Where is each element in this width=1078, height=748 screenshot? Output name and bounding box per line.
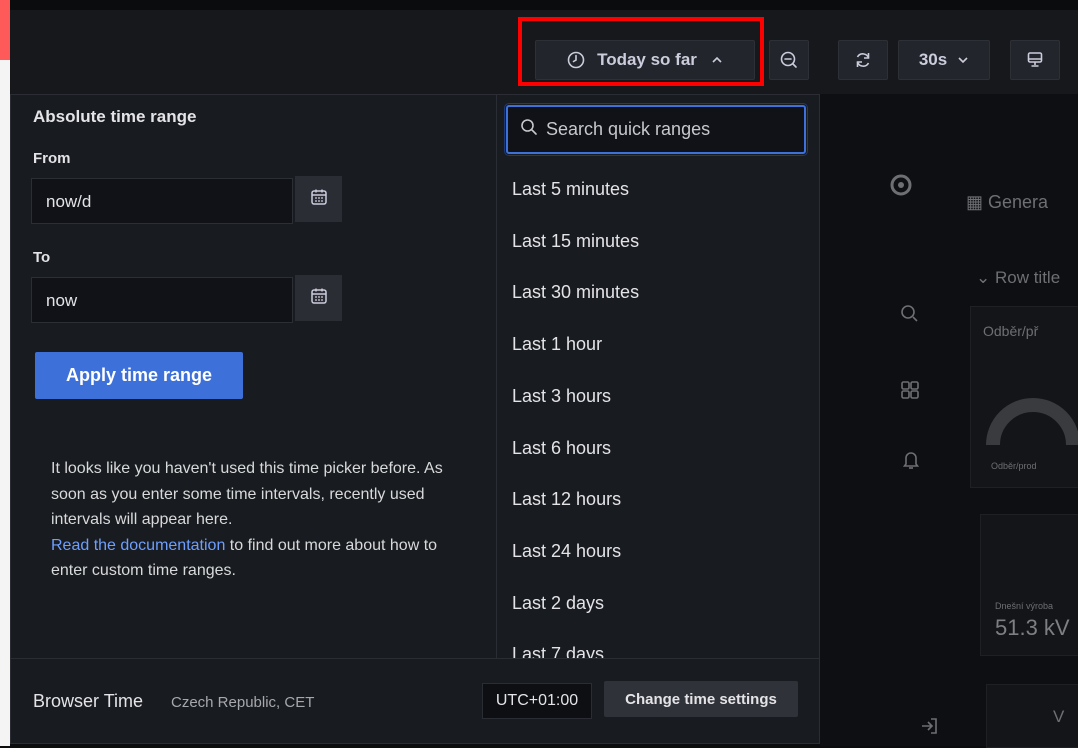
gauge-label: Odběr/prod — [991, 461, 1037, 471]
gauge-panel: Odběr/př Odběr/prod — [970, 306, 1078, 488]
dashboards-icon — [900, 380, 920, 405]
monitor-icon — [1025, 50, 1045, 70]
documentation-link[interactable]: Read the documentation — [51, 537, 225, 554]
quick-range-item[interactable]: Last 6 hours — [512, 438, 611, 459]
calendar-icon — [310, 287, 328, 310]
time-picker-dropdown: Absolute time range From now/d To now Ap… — [10, 94, 820, 744]
zoom-out-icon — [779, 50, 799, 70]
quick-ranges-section: Search quick ranges Last 5 minutes Last 1… — [497, 95, 819, 658]
help-text: It looks like you haven't used this time… — [51, 456, 451, 584]
search-icon — [900, 304, 920, 329]
absolute-range-section: Absolute time range From now/d To now Ap… — [11, 95, 497, 658]
help-text-intro: It looks like you haven't used this time… — [51, 460, 443, 528]
stat-label: Dnešní výroba — [995, 601, 1054, 611]
picker-footer: Browser Time Czech Republic, CET UTC+01:… — [11, 658, 819, 743]
sign-in-icon — [920, 716, 940, 741]
quick-range-item[interactable]: Last 15 minutes — [512, 231, 639, 252]
zoom-out-button[interactable] — [769, 40, 809, 80]
search-placeholder: Search quick ranges — [546, 119, 711, 139]
change-time-settings-button[interactable]: Change time settings — [604, 681, 798, 717]
bell-icon — [902, 450, 920, 475]
stat-value: 51.3 kV — [995, 615, 1070, 640]
apply-time-range-button[interactable]: Apply time range — [35, 352, 243, 399]
to-label: To — [33, 249, 51, 266]
quick-range-item[interactable]: Last 1 hour — [512, 334, 602, 355]
refresh-icon — [853, 50, 873, 70]
refresh-interval-select[interactable]: 30s — [898, 40, 990, 80]
calendar-icon — [310, 188, 328, 211]
quick-range-item[interactable]: Last 5 minutes — [512, 179, 629, 200]
left-edge-strip — [0, 0, 10, 746]
search-icon — [520, 118, 538, 141]
quick-range-item[interactable]: Last 2 days — [512, 593, 604, 614]
bottom-panel: V — [986, 684, 1078, 748]
tv-mode-button[interactable] — [1010, 40, 1060, 80]
from-calendar-button[interactable] — [295, 176, 342, 222]
quick-range-item[interactable]: Last 30 minutes — [512, 282, 639, 303]
timezone-name: Czech Republic, CET — [171, 694, 315, 711]
row-title: ⌄ Row title — [976, 268, 1061, 287]
panel-title: Odběr/př — [983, 323, 1039, 339]
from-input[interactable]: now/d — [31, 178, 293, 224]
quick-range-item[interactable]: Last 7 days — [512, 644, 604, 658]
quick-range-item[interactable]: Last 12 hours — [512, 489, 621, 510]
dashboard-grid-icon: ▦ — [966, 192, 989, 212]
chevron-down-icon — [957, 56, 969, 64]
from-label: From — [33, 150, 71, 167]
quick-range-item[interactable]: Last 24 hours — [512, 541, 621, 562]
refresh-interval-value: 30s — [918, 50, 948, 69]
search-quick-ranges-input[interactable]: Search quick ranges — [504, 103, 808, 156]
grafana-logo-icon — [888, 172, 914, 203]
gauge-arc — [986, 398, 1078, 446]
to-input[interactable]: now — [31, 277, 293, 323]
to-calendar-button[interactable] — [295, 275, 342, 321]
dashboard-background: ▦ Genera ⌄ Row title Odběr/př Odběr/prod… — [820, 94, 1078, 748]
bottom-panel-text: V — [1053, 707, 1065, 726]
absolute-range-title: Absolute time range — [33, 107, 197, 126]
refresh-button[interactable] — [838, 40, 888, 80]
quick-range-item[interactable]: Last 3 hours — [512, 386, 611, 407]
utc-offset-badge: UTC+01:00 — [482, 683, 592, 719]
stat-panel: Dnešní výroba 51.3 kV — [980, 514, 1078, 656]
annotation-highlight — [518, 17, 764, 86]
browser-time-label: Browser Time — [33, 691, 144, 711]
dashboard-title: ▦ Genera — [966, 192, 1049, 212]
